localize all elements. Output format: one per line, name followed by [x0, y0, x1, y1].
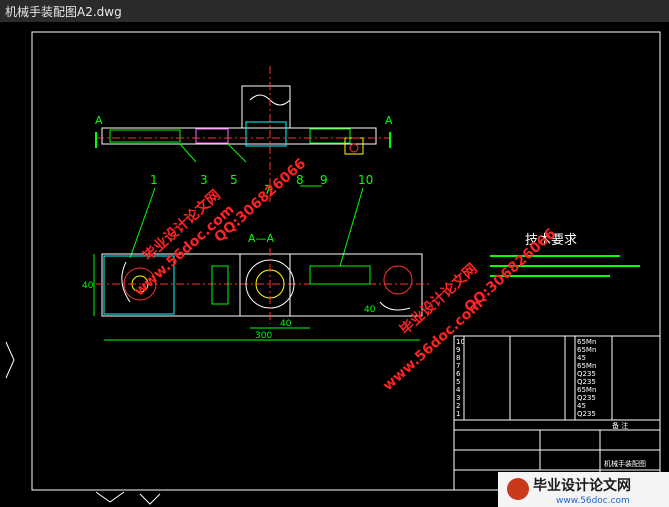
dim-span: 40: [280, 319, 292, 329]
bottom-marker-1: [95, 491, 125, 503]
part-label-3: 3: [200, 173, 208, 187]
table-row-material: 45: [577, 354, 586, 362]
table-row-no: 2: [456, 402, 460, 410]
dim-height: 40: [82, 281, 94, 291]
table-row-material: 45: [577, 402, 586, 410]
table-row-no: 3: [456, 394, 460, 402]
table-row-material: 65Mn: [577, 386, 596, 394]
section-title: A—A: [248, 232, 275, 245]
footer-logo-icon: [507, 478, 529, 500]
table-row-no: 4: [456, 386, 461, 394]
table-row-material: 65Mn: [577, 338, 596, 346]
drawing-title-cell: 机械手装配图: [604, 459, 646, 468]
left-marker: [5, 341, 15, 379]
table-row-material: Q235: [577, 370, 596, 378]
table-row-no: 10: [456, 338, 465, 346]
footer-logo-text: 毕业设计论文网: [533, 477, 631, 494]
part-label-1: 1: [150, 173, 158, 187]
table-row-no: 8: [456, 354, 460, 362]
dim-small: 40: [364, 305, 376, 315]
part-label-10: 10: [358, 173, 373, 187]
table-row-no: 7: [456, 362, 460, 370]
remark-header: 备 注: [612, 421, 628, 430]
window-titlebar: 机械手装配图A2.dwg: [0, 0, 669, 23]
table-row-material: Q235: [577, 378, 596, 386]
cad-canvas[interactable]: A A 1 3 5 7 8 9 10 A—A 40 300 40 40 技术要求: [0, 22, 669, 507]
section-mark-right: A: [385, 114, 393, 127]
table-row-no: 5: [456, 378, 460, 386]
table-row-material: Q235: [577, 394, 596, 402]
table-row-no: 1: [456, 410, 460, 418]
watermark-group-3: www.56doc.com 毕业设计论文网: [380, 260, 486, 394]
table-row-no: 6: [456, 370, 461, 378]
drawing-svg: A A 1 3 5 7 8 9 10 A—A 40 300 40 40 技术要求: [5, 31, 669, 507]
part-label-9: 9: [320, 173, 328, 187]
table-row-material: Q235: [577, 410, 596, 418]
table-row-material: 65Mn: [577, 346, 596, 354]
part-label-5: 5: [230, 173, 238, 187]
footer-logo-url: www.56doc.com: [556, 496, 630, 506]
bottom-marker-2: [139, 493, 161, 505]
dim-overall: 300: [255, 331, 272, 341]
window-title: 机械手装配图A2.dwg: [5, 5, 122, 19]
drawing-border: [31, 31, 661, 491]
table-row-no: 9: [456, 346, 460, 354]
section-mark-left: A: [95, 114, 103, 127]
table-row-material: 65Mn: [577, 362, 596, 370]
top-view: [96, 66, 390, 202]
